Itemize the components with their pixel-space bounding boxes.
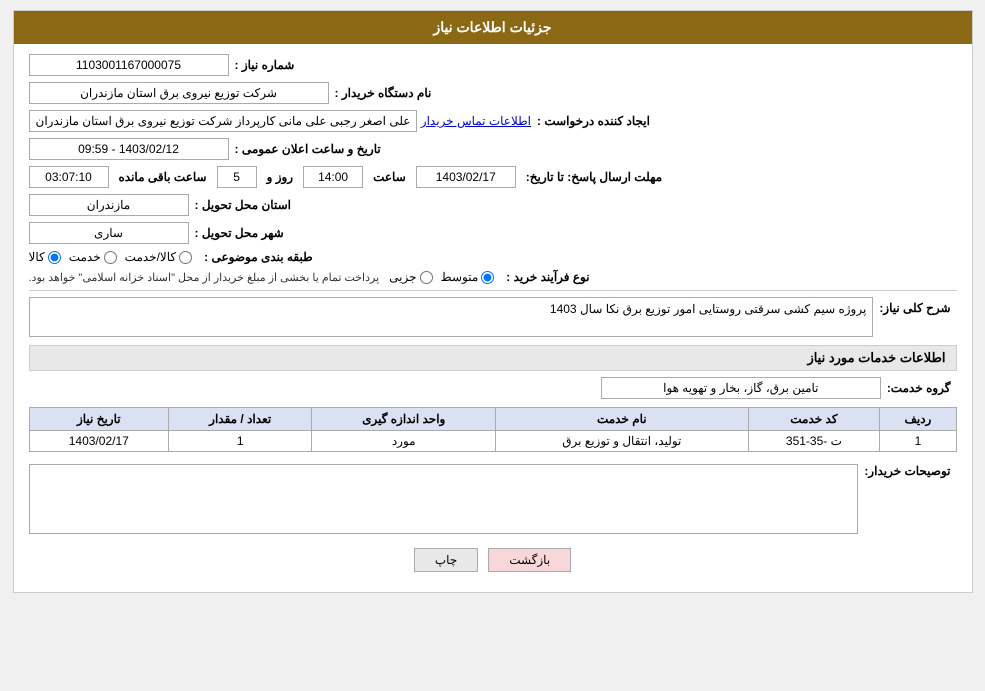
need-number-label: شماره نیاز :	[235, 58, 295, 72]
category-label-kala: کالا	[29, 250, 45, 264]
requester-label: ایجاد کننده درخواست :	[537, 114, 650, 128]
cell-quantity: 1	[169, 431, 312, 452]
city-row: شهر محل تحویل : ساری	[29, 222, 957, 244]
purchase-label-jozei: جزیی	[389, 270, 416, 284]
requester-value: علی اصغر رجبی علی مانی کارپرداز شرکت توز…	[29, 110, 418, 132]
category-label-kala-khedmat: کالا/خدمت	[125, 250, 176, 264]
deadline-date-value: 1403/02/17	[416, 166, 516, 188]
deadline-time-label: ساعت	[373, 170, 406, 184]
category-label: طبقه بندی موضوعی :	[204, 250, 313, 264]
category-row: طبقه بندی موضوعی : کالا/خدمت خدمت کالا	[29, 250, 957, 264]
buyer-org-value: شرکت توزیع نیروی برق استان مازندران	[29, 82, 329, 104]
print-button[interactable]: چاپ	[414, 548, 478, 572]
buyer-desc-label: توصیحات خریدار:	[864, 464, 950, 478]
col-date: تاریخ نیاز	[29, 408, 169, 431]
announcement-value: 1403/02/12 - 09:59	[29, 138, 229, 160]
deadline-days-value: 5	[217, 166, 257, 188]
deadline-time-value: 14:00	[303, 166, 363, 188]
cell-row: 1	[880, 431, 956, 452]
category-option-khedmat[interactable]: خدمت	[69, 250, 117, 264]
col-qty: تعداد / مقدار	[169, 408, 312, 431]
category-radio-khedmat[interactable]	[104, 251, 117, 264]
announcement-label: تاریخ و ساعت اعلان عمومی :	[235, 142, 381, 156]
category-radio-kala-khedmat[interactable]	[179, 251, 192, 264]
purchase-notice: پرداخت تمام یا بخشی از مبلغ خریدار از مح…	[29, 271, 380, 284]
city-value: ساری	[29, 222, 189, 244]
buyer-org-label: نام دستگاه خریدار :	[335, 86, 432, 100]
purchase-type-jozei[interactable]: جزیی	[389, 270, 432, 284]
table-header-row: ردیف کد خدمت نام خدمت واحد اندازه گیری ت…	[29, 408, 956, 431]
table-row: 1ت -35-351تولید، انتقال و توزیع برقمورد1…	[29, 431, 956, 452]
service-info-title: اطلاعات خدمات مورد نیاز	[29, 345, 957, 371]
category-label-khedmat: خدمت	[69, 250, 101, 264]
buttons-row: بازگشت چاپ	[29, 548, 957, 572]
cell-date: 1403/02/17	[29, 431, 169, 452]
col-row-num: ردیف	[880, 408, 956, 431]
divider-1	[29, 290, 957, 291]
services-table: ردیف کد خدمت نام خدمت واحد اندازه گیری ت…	[29, 407, 957, 452]
category-radio-kala[interactable]	[48, 251, 61, 264]
content-area: شماره نیاز : 1103001167000075 نام دستگاه…	[14, 44, 972, 592]
announcement-row: تاریخ و ساعت اعلان عمومی : 1403/02/12 - …	[29, 138, 957, 160]
cell-unit: مورد	[312, 431, 496, 452]
remaining-label: ساعت باقی مانده	[119, 170, 207, 184]
page-title: جزئیات اطلاعات نیاز	[433, 19, 551, 35]
cell-name: تولید، انتقال و توزیع برق	[496, 431, 748, 452]
back-button[interactable]: بازگشت	[488, 548, 571, 572]
page-header: جزئیات اطلاعات نیاز	[14, 11, 972, 44]
remaining-value: 03:07:10	[29, 166, 109, 188]
buyer-desc-textarea[interactable]	[29, 464, 859, 534]
description-row: شرح کلی نیاز: پروژه سیم کشی سرقتی روستای…	[29, 297, 957, 337]
city-label: شهر محل تحویل :	[195, 226, 284, 240]
cell-code: ت -35-351	[748, 431, 880, 452]
col-unit: واحد اندازه گیری	[312, 408, 496, 431]
buyer-org-row: نام دستگاه خریدار : شرکت توزیع نیروی برق…	[29, 82, 957, 104]
buyer-desc-row: توصیحات خریدار:	[29, 460, 957, 538]
purchase-type-radio-group: متوسط جزیی	[389, 270, 494, 284]
col-name: نام خدمت	[496, 408, 748, 431]
purchase-type-row: نوع فرآیند خرید : متوسط جزیی پرداخت تمام…	[29, 270, 957, 284]
description-label: شرح کلی نیاز:	[879, 301, 950, 315]
need-number-row: شماره نیاز : 1103001167000075	[29, 54, 957, 76]
province-label: استان محل تحویل :	[195, 198, 291, 212]
requester-contact-link[interactable]: اطلاعات تماس خریدار	[421, 114, 531, 128]
service-group-value: تامین برق، گاز، بخار و تهویه هوا	[601, 377, 881, 399]
service-group-row: گروه خدمت: تامین برق، گاز، بخار و تهویه …	[29, 377, 957, 399]
requester-row: ایجاد کننده درخواست : اطلاعات تماس خریدا…	[29, 110, 957, 132]
need-number-value: 1103001167000075	[29, 54, 229, 76]
description-box-container: پروژه سیم کشی سرقتی روستایی امور توزیع ب…	[29, 297, 874, 337]
category-option-kala-khedmat[interactable]: کالا/خدمت	[125, 250, 192, 264]
province-row: استان محل تحویل : مازندران	[29, 194, 957, 216]
category-option-kala[interactable]: کالا	[29, 250, 61, 264]
deadline-row: مهلت ارسال پاسخ: تا تاریخ: 1403/02/17 سا…	[29, 166, 957, 188]
col-code: کد خدمت	[748, 408, 880, 431]
purchase-radio-motavasset[interactable]	[481, 271, 494, 284]
province-value: مازندران	[29, 194, 189, 216]
deadline-label: مهلت ارسال پاسخ: تا تاریخ:	[526, 170, 662, 184]
description-value: پروژه سیم کشی سرقتی روستایی امور توزیع ب…	[29, 297, 874, 337]
purchase-radio-jozei[interactable]	[420, 271, 433, 284]
purchase-label-motavasset: متوسط	[441, 270, 479, 284]
main-container: جزئیات اطلاعات نیاز شماره نیاز : 1103001…	[13, 10, 973, 593]
purchase-type-motavasset[interactable]: متوسط	[441, 270, 495, 284]
purchase-type-label: نوع فرآیند خرید :	[506, 270, 589, 284]
deadline-days-label: روز و	[267, 170, 294, 184]
services-table-section: ردیف کد خدمت نام خدمت واحد اندازه گیری ت…	[29, 407, 957, 452]
service-group-label: گروه خدمت:	[887, 381, 951, 395]
category-radio-group: کالا/خدمت خدمت کالا	[29, 250, 193, 264]
